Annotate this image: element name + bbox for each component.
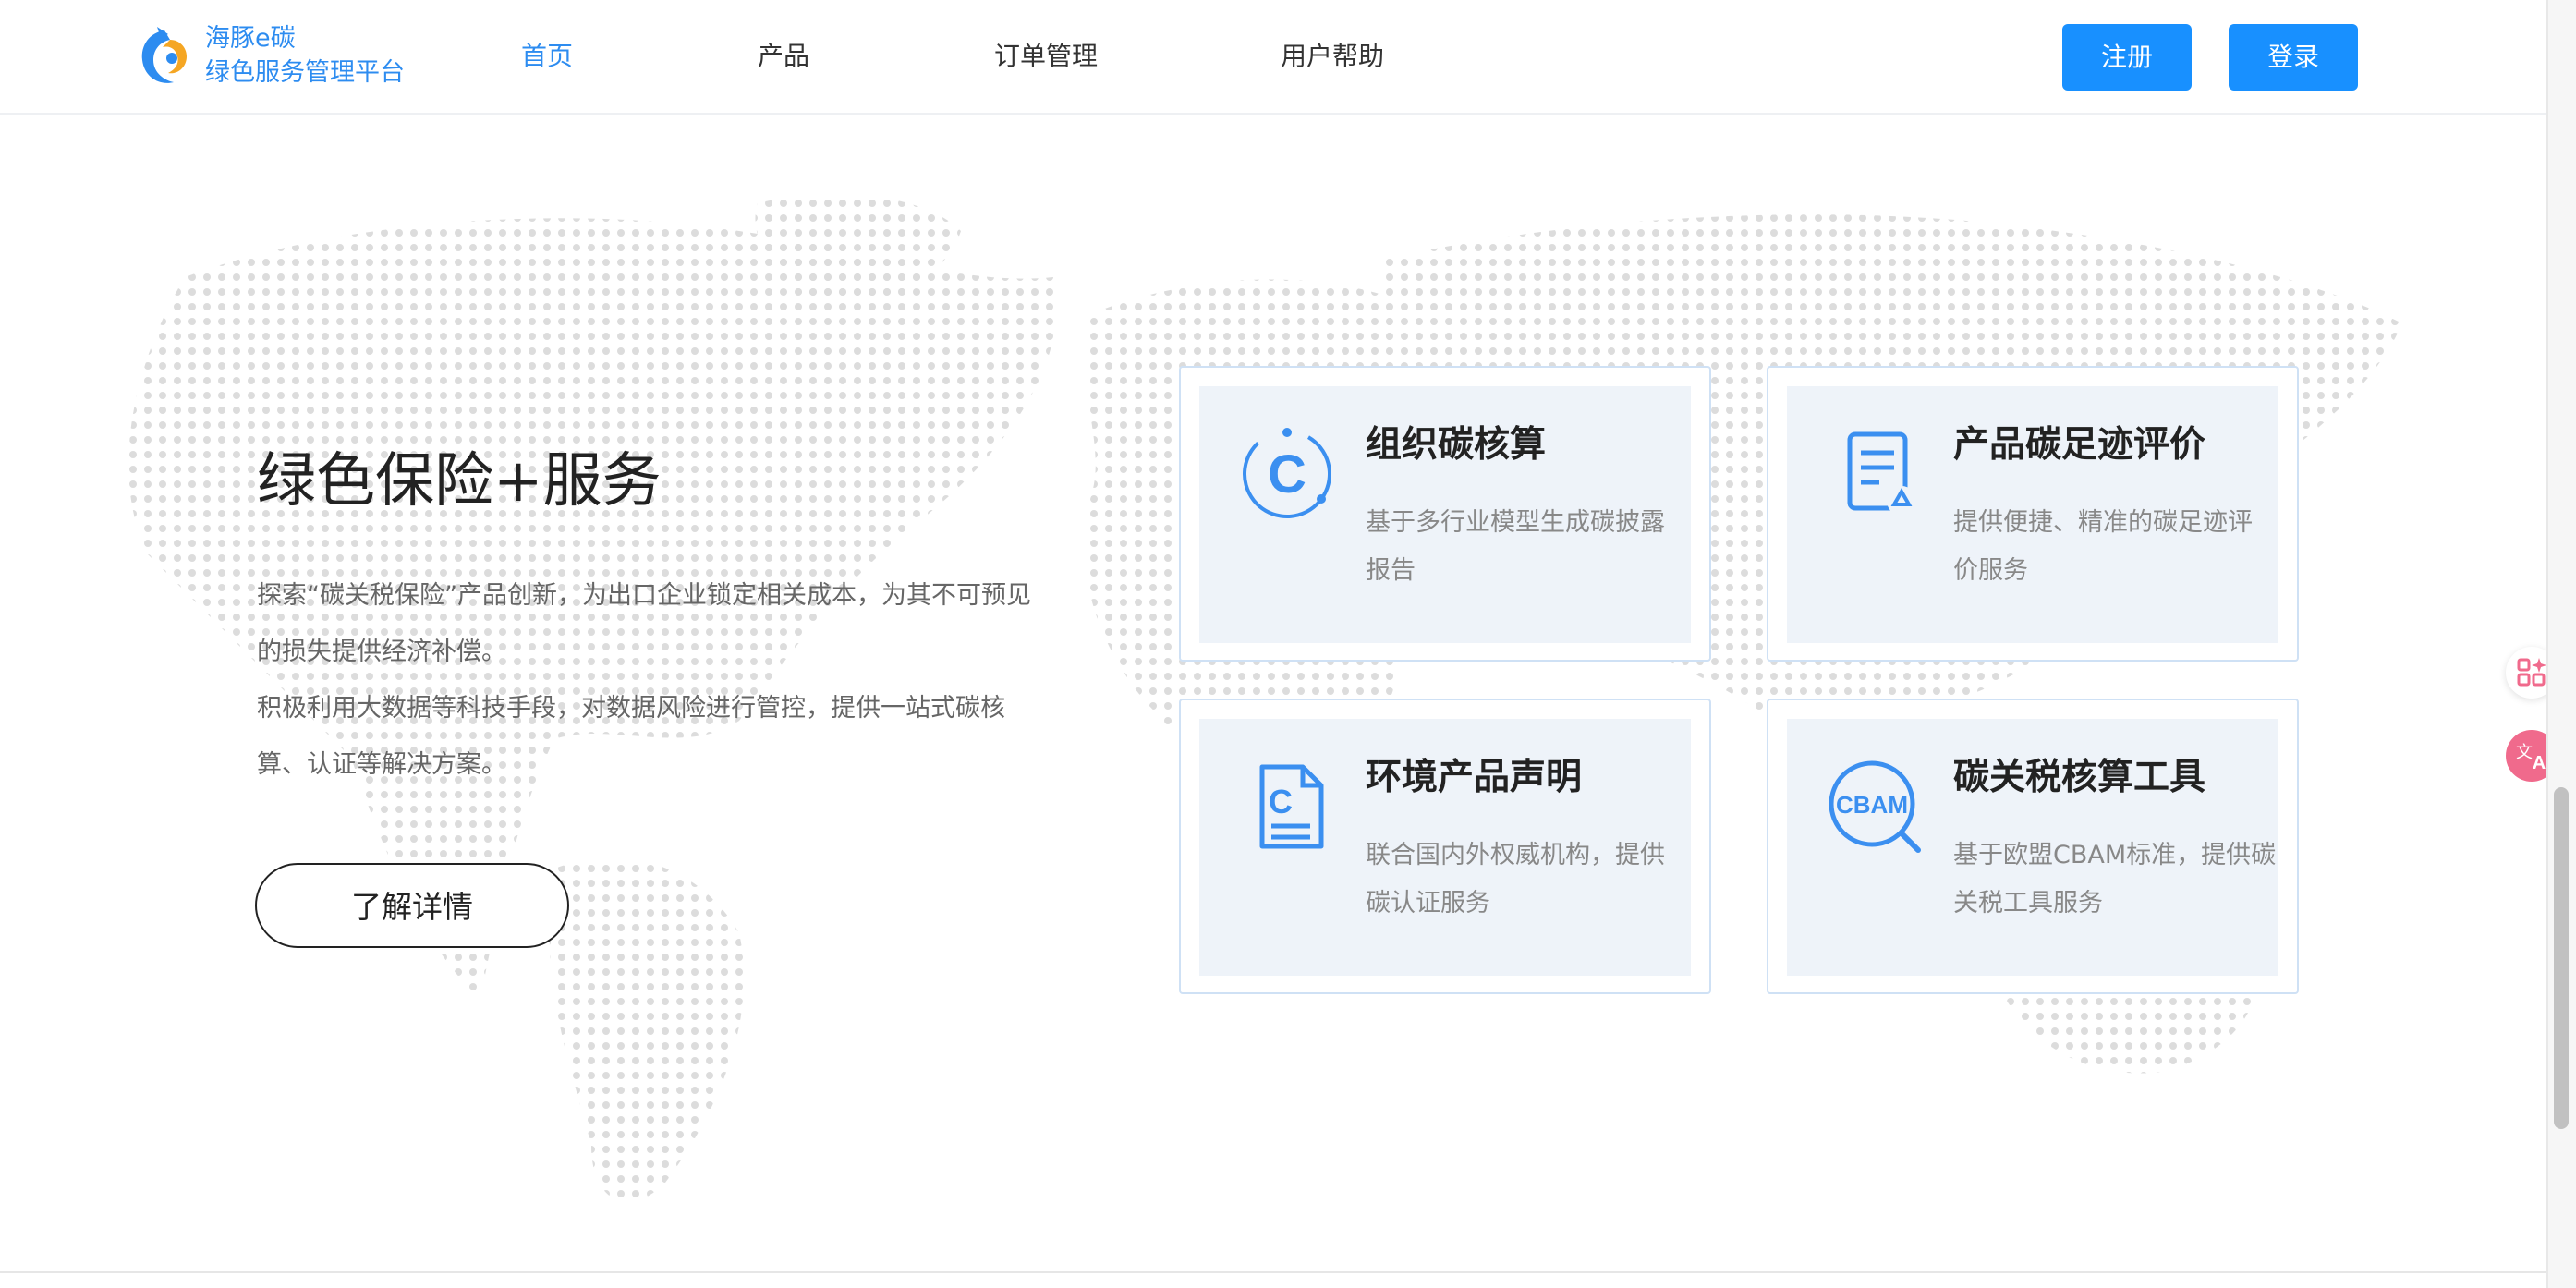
svg-text:C: C: [1269, 783, 1293, 820]
top-header: 海豚e碳 绿色服务管理平台 首页 产品 订单管理 用户帮助 注册 登录: [0, 0, 2550, 115]
hero-paragraph: 积极利用大数据等科技手段，对数据风险进行管控，提供一站式碳核算、认证等解决方案。: [257, 694, 1005, 779]
card-title: 组织碳核算: [1366, 424, 1547, 466]
dolphin-logo-icon: [141, 27, 187, 83]
service-card-org-carbon[interactable]: C 组织碳核算 基于多行业模型生成碳披露报告: [1179, 366, 1711, 662]
svg-text:CBAM: CBAM: [1836, 791, 1908, 819]
recycle-document-icon: [1847, 431, 1916, 516]
svg-text:文: 文: [2516, 743, 2533, 762]
card-title: 产品碳足迹评价: [1953, 424, 2206, 466]
login-button[interactable]: 登录: [2229, 24, 2358, 91]
card-description: 提供便捷、精准的碳足迹评价服务: [1953, 508, 2253, 585]
svg-text:C: C: [1268, 444, 1306, 504]
hero-paragraph: 探索“碳关税保险”产品创新，为出口企业锁定相关成本，为其不可预见的损失提供经济补…: [257, 581, 1031, 666]
bottom-divider: [0, 1271, 2546, 1273]
nav-item-orders[interactable]: 订单管理: [994, 33, 1098, 79]
service-card-product-footprint[interactable]: 产品碳足迹评价 提供便捷、精准的碳足迹评价服务: [1767, 366, 2299, 662]
svg-text:A: A: [2533, 753, 2546, 773]
card-description: 基于欧盟CBAM标准，提供碳关税工具服务: [1953, 841, 2277, 917]
card-description: 联合国内外权威机构，提供碳认证服务: [1366, 841, 1665, 917]
c-document-icon: C: [1259, 764, 1324, 849]
hero-description: 探索“碳关税保险”产品创新，为出口企业锁定相关成本，为其不可预见的损失提供经济补…: [257, 567, 1051, 793]
service-card-epd[interactable]: C 环境产品声明 联合国内外权威机构，提供碳认证服务: [1179, 699, 1711, 994]
nav-item-home[interactable]: 首页: [521, 33, 573, 79]
register-button[interactable]: 注册: [2062, 24, 2192, 91]
scrollbar-thumb[interactable]: [2554, 787, 2569, 1129]
cbam-search-icon: CBAM: [1829, 760, 1921, 853]
brand-subtitle: 绿色服务管理平台: [205, 58, 405, 87]
card-title: 环境产品声明: [1366, 757, 1583, 798]
learn-more-button[interactable]: 了解详情: [255, 863, 569, 948]
carbon-c-icon: C: [1243, 428, 1331, 518]
vertical-scrollbar[interactable]: [2546, 0, 2576, 1288]
nav-item-products[interactable]: 产品: [758, 33, 809, 79]
card-description: 基于多行业模型生成碳披露报告: [1366, 508, 1665, 585]
service-card-cbam-tool[interactable]: CBAM 碳关税核算工具 基于欧盟CBAM标准，提供碳关税工具服务: [1767, 699, 2299, 994]
nav-item-help[interactable]: 用户帮助: [1281, 33, 1384, 79]
hero-title: 绿色保险+服务: [257, 447, 662, 516]
brand-name: 海豚e碳: [205, 24, 296, 53]
card-title: 碳关税核算工具: [1953, 757, 2206, 798]
brand-logo[interactable]: 海豚e碳 绿色服务管理平台: [137, 22, 405, 91]
